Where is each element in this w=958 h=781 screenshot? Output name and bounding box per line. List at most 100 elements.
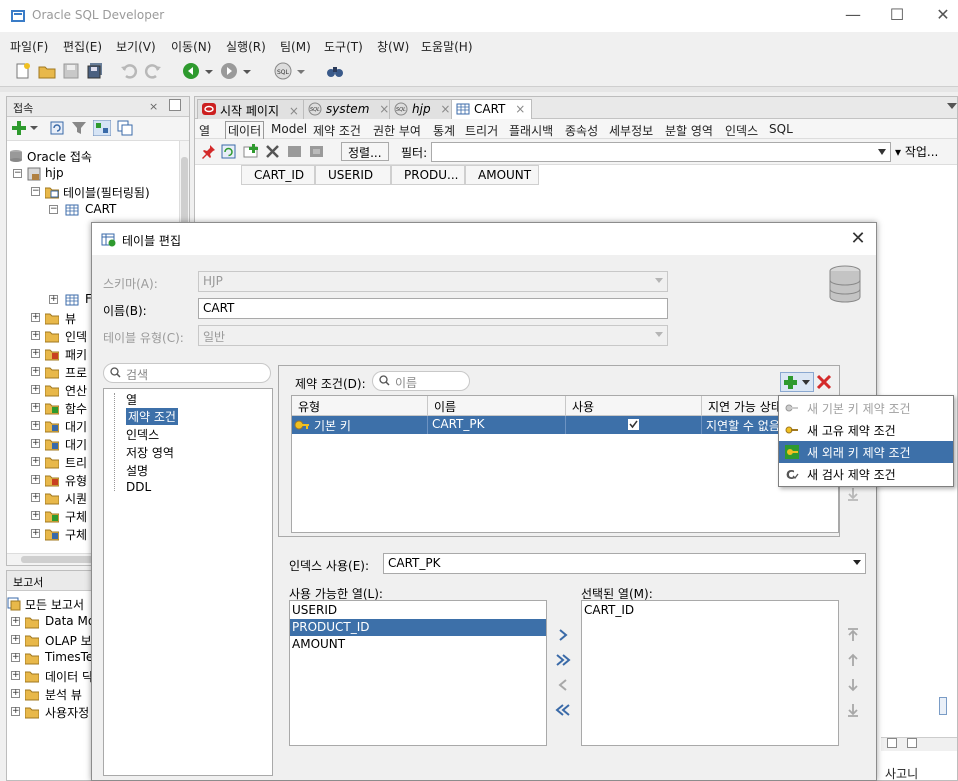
move-top-icon[interactable] (844, 626, 862, 644)
delete-row-icon[interactable] (265, 144, 280, 159)
header-type[interactable]: 유형 (292, 396, 428, 416)
menu-edit[interactable]: 편집(E) (63, 38, 102, 55)
menu-team[interactable]: 팀(M) (280, 38, 311, 55)
subtab-constraints[interactable]: 제약 조건 (313, 122, 361, 139)
schema-select[interactable]: HJP (198, 271, 668, 292)
collapse-icon[interactable]: − (31, 187, 40, 196)
expand-icon[interactable]: + (31, 529, 40, 538)
cell-name[interactable]: CART_PK (428, 416, 566, 434)
subtab-dependencies[interactable]: 종속성 (565, 122, 598, 139)
collapse-icon[interactable]: − (13, 169, 22, 178)
subtab-sql[interactable]: SQL (769, 122, 793, 136)
tab-system[interactable]: SQL system × (303, 99, 397, 119)
nav-storage[interactable]: 저장 영역 (126, 444, 174, 461)
constraints-search-input[interactable]: 이름 (372, 371, 470, 391)
refresh-icon[interactable] (221, 144, 236, 159)
expand-icon[interactable]: + (11, 635, 20, 644)
filter-icon[interactable] (71, 120, 87, 136)
save-icon[interactable] (62, 62, 80, 80)
menu-file[interactable]: 파일(F) (10, 38, 48, 55)
tab-close-icon[interactable]: × (379, 102, 389, 116)
move-up-icon[interactable] (844, 651, 862, 669)
back-dropdown-icon[interactable] (204, 62, 214, 80)
commit-icon[interactable] (287, 144, 302, 159)
menu-run[interactable]: 실행(R) (226, 38, 266, 55)
maximize-button[interactable]: ☐ (874, 4, 920, 28)
column-header-userid[interactable]: USERID (315, 165, 391, 185)
pane-maximize-icon[interactable] (907, 738, 917, 748)
schema-browser-icon[interactable] (93, 120, 111, 136)
expand-icon[interactable]: + (31, 403, 40, 412)
expand-icon[interactable]: + (31, 313, 40, 322)
nav-comment[interactable]: 설명 (126, 462, 148, 479)
expand-icon[interactable]: + (11, 689, 20, 698)
available-columns-list[interactable]: USERID PRODUCT_ID AMOUNT (289, 600, 547, 746)
pin-icon[interactable] (201, 144, 216, 159)
panel-close-icon[interactable]: × (149, 100, 158, 113)
move-left-icon[interactable] (554, 676, 572, 694)
expand-icon[interactable]: + (31, 349, 40, 358)
tab-cart[interactable]: CART × (451, 99, 533, 119)
nav-constraints[interactable]: 제약 조건 (126, 408, 178, 425)
expand-icon[interactable]: + (11, 671, 20, 680)
expand-icon[interactable]: + (31, 331, 40, 340)
forward-dropdown-icon[interactable] (242, 62, 252, 80)
binoculars-icon[interactable] (326, 62, 344, 80)
move-right-icon[interactable] (554, 626, 572, 644)
menu-new-primary-key[interactable]: 새 기본 키 제약 조건 (779, 397, 953, 419)
minimize-button[interactable]: — (830, 4, 876, 28)
tab-close-icon[interactable]: × (515, 102, 525, 116)
column-header-cart-id[interactable]: CART_ID (241, 165, 315, 185)
add-dropdown-icon[interactable] (29, 123, 39, 133)
column-header-amount[interactable]: AMOUNT (465, 165, 539, 185)
subtab-model[interactable]: Model (271, 122, 307, 136)
tab-start-page[interactable]: 시작 페이지 × (197, 99, 306, 119)
save-all-icon[interactable] (86, 62, 104, 80)
back-icon[interactable] (182, 62, 200, 80)
collapse-icon[interactable]: − (49, 205, 58, 214)
tab-list-dropdown-icon[interactable] (947, 103, 957, 109)
editor-scroll-indicator[interactable] (939, 697, 947, 715)
panel-minimize-icon[interactable] (169, 99, 181, 111)
nav-search-input[interactable]: 검색 (103, 363, 271, 383)
list-item[interactable]: USERID (290, 602, 546, 619)
redo-icon[interactable] (144, 62, 162, 80)
forward-icon[interactable] (220, 62, 238, 80)
tab-close-icon[interactable]: × (440, 102, 450, 116)
move-down-icon[interactable] (844, 676, 862, 694)
dialog-close-button[interactable]: ✕ (848, 228, 868, 249)
rollback-icon[interactable] (309, 144, 324, 159)
close-window-button[interactable]: ✕ (920, 4, 958, 28)
filter-input[interactable] (431, 142, 891, 162)
delete-constraint-icon[interactable] (816, 374, 832, 390)
expand-icon[interactable]: + (31, 457, 40, 466)
subtab-data[interactable]: 데이터 (225, 121, 265, 140)
expand-icon[interactable]: + (31, 367, 40, 376)
add-constraint-button[interactable] (780, 372, 814, 392)
insert-row-icon[interactable] (243, 144, 258, 159)
expand-icon[interactable]: + (49, 295, 58, 304)
cell-enabled[interactable] (566, 416, 702, 434)
list-item[interactable]: CART_ID (582, 602, 838, 619)
menu-new-unique[interactable]: 새 고유 제약 조건 (779, 419, 953, 441)
move-all-right-icon[interactable] (554, 651, 572, 669)
move-bottom-icon[interactable] (844, 701, 862, 719)
menu-new-foreign-key[interactable]: 새 외래 키 제약 조건 (779, 441, 953, 463)
menu-window[interactable]: 창(W) (377, 38, 409, 55)
enabled-checkbox[interactable] (628, 419, 639, 430)
open-folder-icon[interactable] (38, 62, 56, 80)
list-item[interactable]: AMOUNT (290, 636, 546, 653)
list-item[interactable]: PRODUCT_ID (290, 619, 546, 636)
subtab-indexes[interactable]: 인덱스 (725, 122, 758, 139)
menu-new-check[interactable]: C 새 검사 제약 조건 (779, 463, 953, 485)
sql-dropdown-icon[interactable] (296, 62, 306, 80)
cell-type[interactable]: 기본 키 (292, 416, 428, 434)
expand-icon[interactable]: + (31, 439, 40, 448)
tab-hjp[interactable]: SQL hjp × (389, 99, 458, 119)
reports-tab[interactable]: 보고서 (13, 574, 43, 590)
expand-icon[interactable]: + (11, 653, 20, 662)
selected-columns-list[interactable]: CART_ID (581, 600, 839, 746)
header-name[interactable]: 이름 (428, 396, 566, 416)
reports-icon[interactable] (117, 120, 133, 136)
subtab-grants[interactable]: 권한 부여 (373, 122, 421, 139)
